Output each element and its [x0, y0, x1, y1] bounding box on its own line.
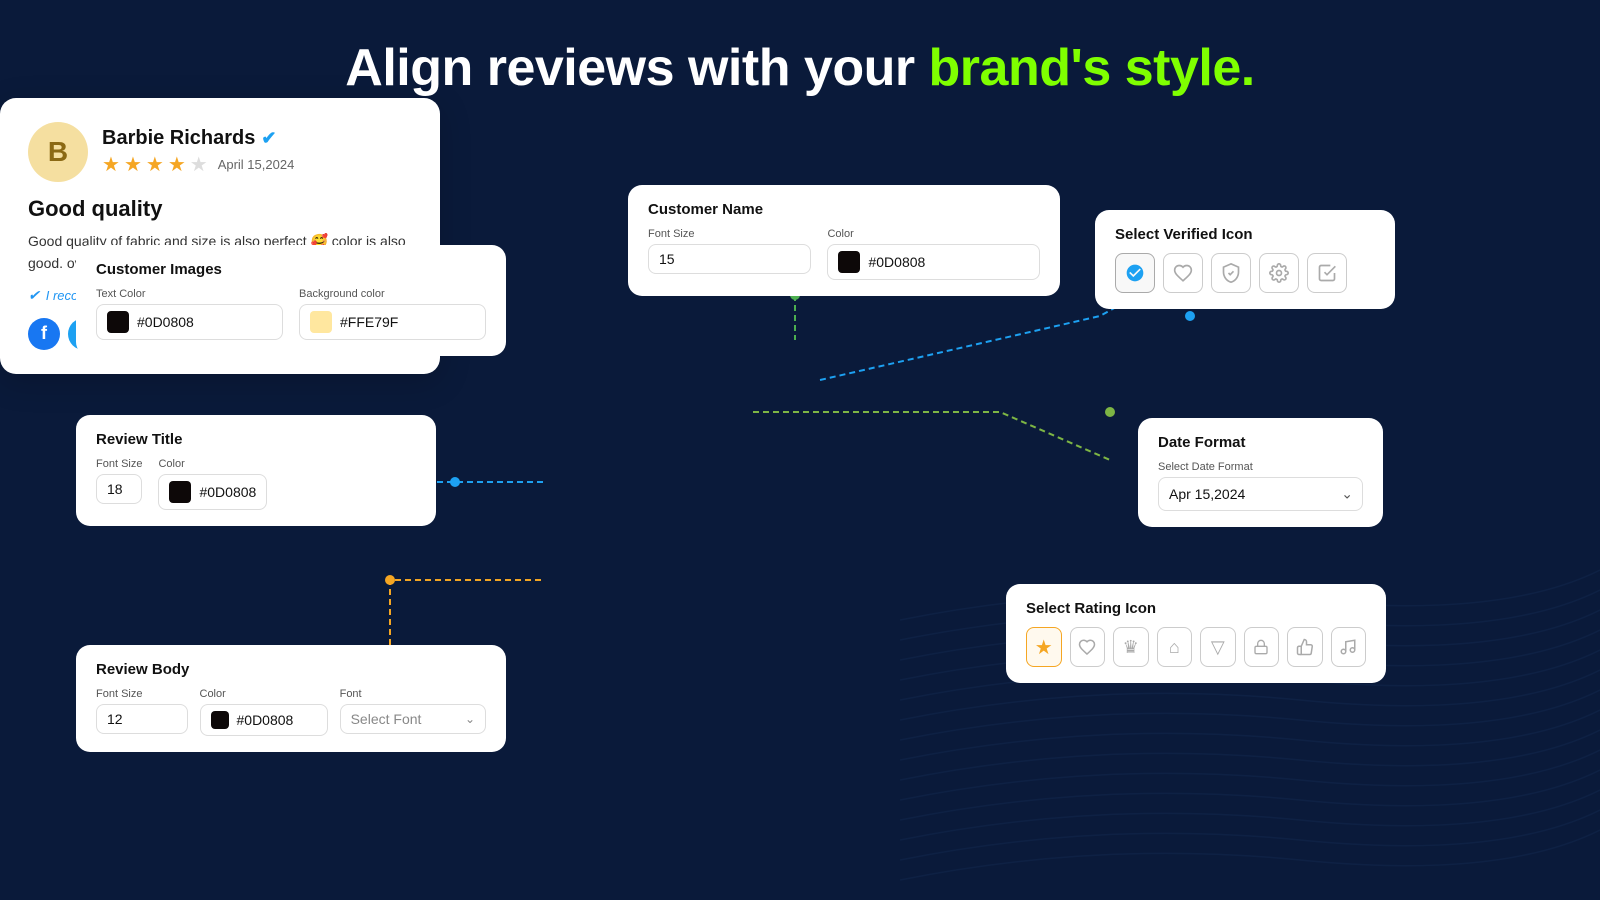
review-title-font-size-input[interactable]: 18 — [96, 474, 142, 504]
crown-icon: ♛ — [1123, 637, 1139, 658]
rating-icon-title: Select Rating Icon — [1026, 600, 1366, 617]
home-icon: ⌂ — [1169, 637, 1180, 658]
recommend-check-icon: ✔ — [28, 287, 40, 304]
review-body-color-swatch — [211, 711, 229, 729]
review-body-card: Review Body Font Size 12 Color #0D0808 F… — [76, 645, 506, 752]
verified-icon-card: Select Verified Icon — [1095, 210, 1395, 309]
date-format-title: Date Format — [1158, 434, 1363, 451]
date-format-select-wrapper[interactable]: Apr 15,2024 15 Apr, 2024 2024-04-15 04/1… — [1158, 477, 1363, 511]
review-body-font-size-input[interactable]: 12 — [96, 704, 188, 734]
review-title-card: Review Title Font Size 18 Color #0D0808 — [76, 415, 436, 526]
title-plain: Align reviews with your — [345, 39, 928, 97]
rating-icon-thumbsup[interactable] — [1287, 627, 1323, 667]
review-title-text: Good quality — [28, 196, 412, 222]
customer-name-title: Customer Name — [648, 201, 1040, 218]
rating-icon-lock[interactable] — [1244, 627, 1280, 667]
bg-color-value: #FFE79F — [340, 314, 398, 330]
facebook-icon[interactable]: f — [28, 318, 60, 350]
customer-name-color-value: #0D0808 — [868, 254, 925, 270]
verified-icon-checkbox[interactable] — [1307, 253, 1347, 293]
review-body-font-select[interactable]: Select Font ⌄ — [340, 704, 486, 734]
star-5: ★ — [190, 152, 208, 177]
rating-icon-home[interactable]: ⌂ — [1157, 627, 1193, 667]
customer-name-color-label: Color — [827, 228, 1040, 240]
reviewer-name: Barbie Richards ✔ — [102, 127, 412, 150]
customer-name-color-input[interactable]: #0D0808 — [827, 244, 1040, 280]
review-body-color-label: Color — [200, 688, 328, 700]
rating-icon-crown[interactable]: ♛ — [1113, 627, 1149, 667]
reviewer-info: Barbie Richards ✔ ★ ★ ★ ★ ★ April 15,202… — [102, 127, 412, 177]
rating-icon-triangle[interactable]: ▽ — [1200, 627, 1236, 667]
review-title-color-input[interactable]: #0D0808 — [158, 474, 267, 510]
star-2: ★ — [124, 152, 142, 177]
review-title-card-title: Review Title — [96, 431, 416, 448]
text-color-value: #0D0808 — [137, 314, 194, 330]
verified-icon-badge[interactable] — [1211, 253, 1251, 293]
review-body-card-title: Review Body — [96, 661, 486, 678]
triangle-icon: ▽ — [1211, 637, 1225, 658]
reviewer-header: B Barbie Richards ✔ ★ ★ ★ ★ ★ April 15,2… — [28, 122, 412, 182]
customer-name-font-size-value: 15 — [659, 251, 675, 267]
star-icon: ★ — [1035, 635, 1053, 660]
customer-name-card: Customer Name Font Size 15 Color #0D0808 — [628, 185, 1060, 296]
bg-color-label: Background color — [299, 288, 486, 300]
review-body-font-value: Select Font — [351, 711, 422, 727]
review-date: April 15,2024 — [218, 157, 295, 172]
font-chevron-icon: ⌄ — [465, 712, 475, 726]
verified-icon-settings[interactable] — [1259, 253, 1299, 293]
review-body-color-value: #0D0808 — [237, 712, 294, 728]
page-title: Align reviews with your brand's style. — [0, 0, 1600, 98]
customer-name-font-size-label: Font Size — [648, 228, 811, 240]
verified-icon-title: Select Verified Icon — [1115, 226, 1375, 243]
review-body-font-label: Font — [340, 688, 486, 700]
rating-icon-music[interactable] — [1331, 627, 1367, 667]
star-1: ★ — [102, 152, 120, 177]
date-format-card: Date Format Select Date Format Apr 15,20… — [1138, 418, 1383, 527]
bg-color-input[interactable]: #FFE79F — [299, 304, 486, 340]
review-body-font-size-label: Font Size — [96, 688, 188, 700]
star-4: ★ — [168, 152, 186, 177]
customer-name-font-size-input[interactable]: 15 — [648, 244, 811, 274]
text-color-swatch — [107, 311, 129, 333]
text-color-label: Text Color — [96, 288, 283, 300]
verified-icon-row — [1115, 253, 1375, 293]
review-title-color-label: Color — [158, 458, 267, 470]
date-format-select-label: Select Date Format — [1158, 461, 1363, 473]
bg-color-swatch — [310, 311, 332, 333]
customer-name-color-swatch — [838, 251, 860, 273]
text-color-input[interactable]: #0D0808 — [96, 304, 283, 340]
verified-check-icon: ✔ — [261, 128, 276, 149]
reviewer-avatar: B — [28, 122, 88, 182]
customer-images-title: Customer Images — [96, 261, 486, 278]
verified-icon-checkmark[interactable] — [1115, 253, 1155, 293]
review-title-font-size-label: Font Size — [96, 458, 142, 470]
review-title-font-size-value: 18 — [107, 481, 123, 497]
verified-icon-heart[interactable] — [1163, 253, 1203, 293]
review-title-color-value: #0D0808 — [199, 484, 256, 500]
date-format-select[interactable]: Apr 15,2024 15 Apr, 2024 2024-04-15 04/1… — [1158, 477, 1363, 511]
review-title-color-swatch — [169, 481, 191, 503]
rating-icon-star[interactable]: ★ — [1026, 627, 1062, 667]
stars-row: ★ ★ ★ ★ ★ April 15,2024 — [102, 152, 412, 177]
rating-icon-heart[interactable] — [1070, 627, 1106, 667]
star-3: ★ — [146, 152, 164, 177]
rating-icon-card: Select Rating Icon ★ ♛ ⌂ ▽ — [1006, 584, 1386, 683]
review-body-font-size-value: 12 — [107, 711, 123, 727]
customer-images-card: Customer Images Text Color #0D0808 Backg… — [76, 245, 506, 356]
title-brand: brand's style. — [929, 39, 1255, 97]
rating-icon-row: ★ ♛ ⌂ ▽ — [1026, 627, 1366, 667]
review-body-color-input[interactable]: #0D0808 — [200, 704, 328, 736]
